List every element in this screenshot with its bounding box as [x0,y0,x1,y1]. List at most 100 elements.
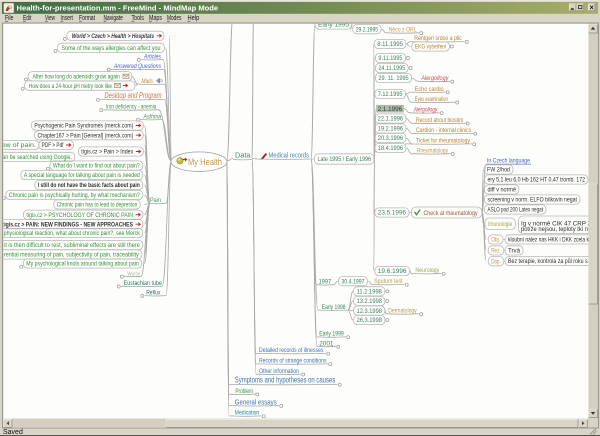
svg-text:Tools: Tools [132,15,145,22]
svg-text:Format: Format [79,15,95,22]
svg-text:In Czech language: In Czech language [487,157,530,164]
svg-text:screening v norm. ELFO bílkov: screening v norm. ELFO bílkovin negat [488,197,578,204]
svg-text:Answered Questions: Answered Questions [113,63,161,70]
svg-text:Saved: Saved [3,429,23,436]
svg-text:Iron deficiency - anemia: Iron deficiency - anemia [106,103,157,110]
svg-text:Check at rheumatology: Check at rheumatology [424,210,479,217]
svg-text:Rez.: Rez. [491,248,501,255]
svg-text:Navigate: Navigate [104,15,123,22]
svg-text:Modes: Modes [167,15,182,22]
svg-text:Record about biostim: Record about biostim [416,117,463,124]
svg-text:Desktop and Program: Desktop and Program [104,91,161,100]
svg-text:Dop.: Dop. [491,258,501,265]
svg-text:18.4.1996: 18.4.1996 [378,145,404,152]
svg-text:Pain: Pain [150,197,161,204]
svg-text:FW 2/hod: FW 2/hod [487,167,510,174]
svg-text:Late 1995 / Early 1996: Late 1995 / Early 1996 [318,156,372,163]
svg-text:Rheumatology: Rheumatology [417,148,449,155]
svg-text:20.3.1996: 20.3.1996 [378,135,404,142]
svg-text:29. 11. 1995: 29. 11. 1995 [378,75,409,82]
svg-text:, it is then difficult to rest: , it is then difficult to rest, sublimin… [1,242,140,249]
svg-text:tigis.cz > PSYCHOLOGY OF CHRON: tigis.cz > PSYCHOLOGY OF CHRONIC PAIN [26,212,133,219]
svg-text:Reflux: Reflux [146,289,161,296]
svg-text:After how long do adenoids gro: After how long do adenoids grow again [33,74,121,81]
svg-text:How does a 24-hour pH metry lo: How does a 24-hour pH metry look like [29,83,112,90]
svg-text:My Health: My Health [188,157,222,168]
svg-text:Early 1999: Early 1999 [319,331,344,338]
svg-text:What do I want to find out abo: What do I want to find out about pain? [53,163,140,170]
svg-text:Ticket for rheumatology: Ticket for rheumatology [416,138,471,145]
svg-text:24.11.1995: 24.11.1995 [378,65,405,72]
svg-text:I still do not have the basic: I still do not have the basic facts abou… [38,182,140,189]
svg-text:Worse: Worse [127,272,140,278]
svg-text:22.1.1996: 22.1.1996 [378,116,404,123]
svg-text:Obj.: Obj. [491,237,500,244]
svg-text:11.2.1998: 11.2.1998 [357,289,383,296]
svg-text:My psychological knots around: My psychological knots around talking ab… [26,261,139,268]
svg-text:Asthma: Asthma [143,114,162,121]
svg-text:tigis.cz > PAIN: NEW FINDINGS: tigis.cz > PAIN: NEW FINDINGS - NEW APPR… [3,221,134,228]
svg-text:tigis.cz > Pain > Index: tigis.cz > Pain > Index [81,149,134,156]
svg-text:30.4.1997: 30.4.1997 [341,278,364,285]
svg-text:Early 1998: Early 1998 [322,304,346,311]
svg-text:Alergollogy: Alergollogy [413,107,438,114]
svg-text:physiological reaction, what a: physiological reaction, what about chron… [4,230,141,237]
svg-text:Imunologie: Imunologie [488,221,513,228]
svg-text:General essays: General essays [235,400,277,407]
svg-text:Mails: Mails [141,78,153,85]
svg-text:diff v normě: diff v normě [488,187,517,194]
svg-text:Rentgen srdce a plic: Rentgen srdce a plic [414,35,462,42]
svg-text:Psychogenic Pain Syndromes (me: Psychogenic Pain Syndromes (merck.com) [34,123,133,130]
svg-text:19.2.1996: 19.2.1996 [378,126,404,133]
svg-text:Health-for-presentation.mm - F: Health-for-presentation.mm - FreeMind - … [17,4,219,13]
svg-text:kloubní nález nas HKK i DKK zc: kloubní nález nas HKK i DKK zcela k [508,237,590,244]
svg-text:8.11.1995: 8.11.1995 [377,41,403,48]
svg-text:2.1.1996: 2.1.1996 [378,106,403,113]
svg-text:Records of strange conditions: Records of strange conditions [259,358,327,365]
svg-text:Eyes examination: Eyes examination [415,96,448,103]
svg-text:erential measuring of pain, su: erential measuring of pain, subjectivity… [1,252,139,259]
svg-text:Dermatology: Dermatology [388,308,417,315]
svg-text:Eustachian tube: Eustachian tube [124,280,162,287]
svg-text:potíže nejsou, teploty tkí ne.: potíže nejsou, teploty tkí ne. [521,226,593,233]
svg-text:Some of the ways allergies can: Some of the ways allergies can affect yo… [62,45,161,52]
svg-text:Data: Data [235,150,251,159]
svg-text:EKG vyšetření: EKG vyšetření [415,44,447,51]
svg-text:Neurology: Neurology [415,267,439,274]
svg-text:A special language for talking: A special language for talking about pai… [24,172,140,179]
svg-text:Chapter167 > Pain [General] (: Chapter167 > Pain [General] (merck.com) [38,132,134,139]
svg-text:29.2.1995: 29.2.1995 [356,26,379,33]
svg-text:12.3.1998: 12.3.1998 [357,308,383,315]
svg-text:Echo cardio: Echo cardio [415,86,444,93]
svg-text:ery 5,1 leu 6,0 Hb 162 HT 0,47: ery 5,1 leu 6,0 Hb 162 HT 0,47 tromb. 17… [488,177,586,184]
svg-text:Insert: Insert [61,15,73,22]
svg-text:7.12.1995: 7.12.1995 [378,91,403,98]
svg-text:Alergollogy: Alergollogy [420,75,449,82]
svg-text:13.2.1998: 13.2.1998 [357,298,383,305]
svg-text:26.3.1998: 26.3.1998 [357,317,383,324]
svg-text:23.5.1996: 23.5.1996 [378,210,407,217]
svg-text:Help: Help [188,15,200,22]
svg-text:Trvá: Trvá [508,248,520,255]
svg-text:Problem: Problem [235,388,253,395]
svg-text:Symptoms and hypotheses on cau: Symptoms and hypotheses on causes [235,376,335,385]
svg-text:World > Czech > Health > Hospi: World > Czech > Health > Hospitals [72,33,154,40]
svg-text:Articles: Articles [143,54,161,61]
svg-text:Cardion - internal clinics: Cardion - internal clinics [416,127,472,134]
svg-text:Other information: Other information [259,368,299,375]
svg-text:2001: 2001 [319,340,334,347]
svg-text:Bez terapie, kontrola za půl r: Bez terapie, kontrola za půl roku s o [508,257,592,265]
svg-text:File: File [5,15,13,22]
svg-text:Medical records: Medical records [269,153,310,160]
svg-text:View: View [45,15,56,22]
svg-text:19.6.1996: 19.6.1996 [378,268,407,275]
svg-text:an be searched using Google.: an be searched using Google. [3,154,73,161]
svg-text:ASLO pod 200 Latex negat: ASLO pod 200 Latex negat [488,207,544,214]
svg-text:Chronic pain is psychically hu: Chronic pain is psychically hurting, by … [9,192,140,199]
svg-text:Edit: Edit [23,15,31,22]
svg-text:Maps: Maps [149,15,162,22]
svg-text:9.11.1995: 9.11.1995 [378,55,402,62]
svg-text:PDF > Pdf: PDF > Pdf [42,142,64,149]
svg-text:iew of pain.: iew of pain. [0,142,36,149]
svg-text:Detailed records of illnesses: Detailed records of illnesses [259,347,324,354]
